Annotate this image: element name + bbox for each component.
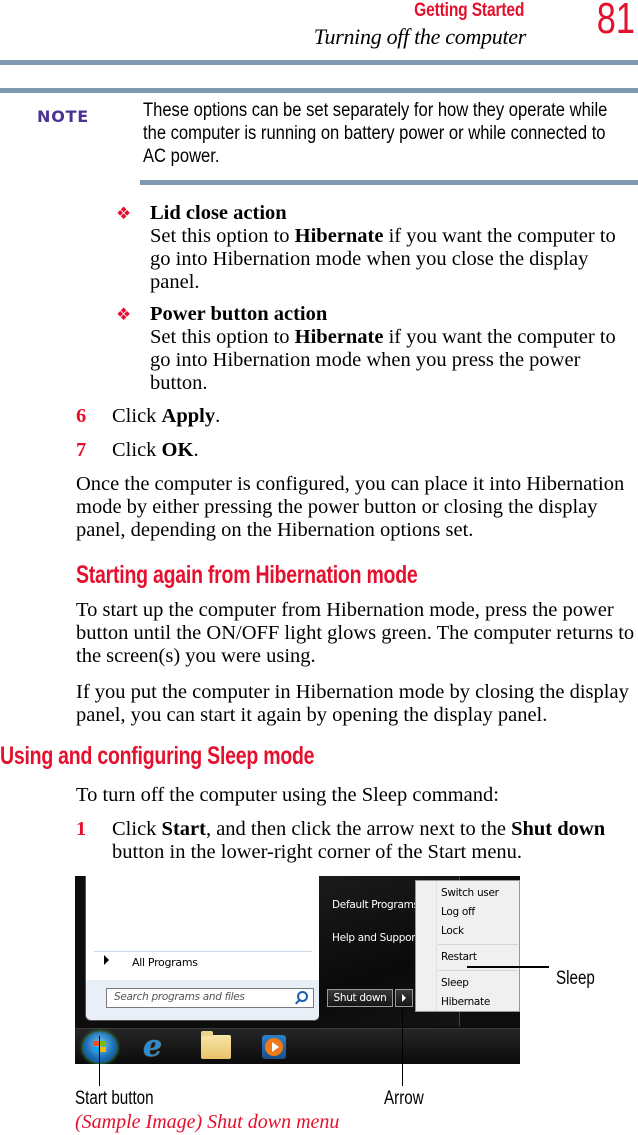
bullet-lid-close: Lid close action Set this option to Hibe… <box>150 202 616 293</box>
shutdown-options-menu: Switch user Log off Lock Restart Sleep H… <box>415 880 520 1012</box>
figure-caption: (Sample Image) Shut down menu <box>75 1111 340 1133</box>
shut-down-arrow-button[interactable] <box>395 989 413 1007</box>
section-title: Getting Started <box>413 0 524 21</box>
bullet-title: Lid close action <box>150 202 287 224</box>
arrow-callout-label: Arrow <box>384 1088 424 1109</box>
media-player-icon[interactable] <box>262 1035 286 1059</box>
paragraph-display-panel: If you put the computer in Hibernation m… <box>76 681 629 726</box>
taskbar: e <box>75 1028 520 1064</box>
internet-explorer-icon[interactable]: e <box>143 1032 173 1062</box>
sleep-callout-label: Sleep <box>556 968 595 989</box>
menu-item-hibernate[interactable]: Hibernate <box>441 996 490 1008</box>
search-input[interactable]: Search programs and files <box>106 988 314 1008</box>
heading-sleep-mode: Using and configuring Sleep mode <box>0 742 315 770</box>
menu-item-lock[interactable]: Lock <box>441 925 464 937</box>
chapter-title: Turning off the computer <box>313 24 527 49</box>
menu-item-restart[interactable]: Restart <box>441 951 477 963</box>
search-icon <box>297 991 308 1002</box>
start-orb-icon[interactable] <box>83 1032 117 1063</box>
bullet-icon: ❖ <box>116 305 132 324</box>
arrow-callout-line <box>402 1008 403 1086</box>
note-label: NOTE <box>37 107 90 126</box>
menu-item-sleep[interactable]: Sleep <box>441 977 469 989</box>
bullet-power-button: Power button action Set this option to H… <box>150 303 616 394</box>
help-support-item[interactable]: Help and Support <box>332 932 419 944</box>
paragraph-configured: Once the computer is configured, you can… <box>76 473 625 541</box>
windows-flag-icon <box>93 1041 107 1054</box>
step-number: 1 <box>76 818 87 840</box>
menu-item-switch-user[interactable]: Switch user <box>441 887 499 899</box>
all-programs-item[interactable]: All Programs <box>132 956 198 969</box>
note-text: These options can be set separately for … <box>143 99 608 167</box>
default-programs-item[interactable]: Default Programs <box>332 899 419 911</box>
start-menu-left-pane: All Programs Search programs and files <box>85 876 320 1021</box>
note-top-rule <box>0 88 638 93</box>
step-number: 7 <box>76 439 87 461</box>
menu-separator <box>94 951 312 952</box>
step-number: 6 <box>76 405 87 427</box>
shut-down-button[interactable]: Shut down <box>327 989 393 1007</box>
all-programs-arrow-icon <box>104 955 109 965</box>
start-button-callout-label: Start button <box>75 1088 154 1109</box>
start-menu-screenshot: All Programs Search programs and files D… <box>75 876 520 1064</box>
header-rule <box>0 60 638 65</box>
note-bottom-rule <box>140 180 638 185</box>
menu-separator <box>438 970 518 971</box>
start-button-callout-line <box>99 1036 100 1086</box>
sleep-callout-line <box>467 966 549 968</box>
step-6: 6 Click Apply. <box>76 405 221 427</box>
menu-separator <box>438 944 518 945</box>
step-1: 1 Click Start, and then click the arrow … <box>76 818 606 863</box>
heading-starting-again: Starting again from Hibernation mode <box>76 561 418 589</box>
step-7: 7 Click OK. <box>76 439 199 461</box>
page-number: 81 <box>596 0 635 43</box>
menu-gutter <box>416 881 437 1011</box>
paragraph-sleep-intro: To turn off the computer using the Sleep… <box>76 784 499 806</box>
bullet-title: Power button action <box>150 303 328 325</box>
file-explorer-icon[interactable] <box>201 1031 231 1059</box>
menu-item-log-off[interactable]: Log off <box>441 906 475 918</box>
paragraph-start-up: To start up the computer from Hibernatio… <box>76 599 635 667</box>
bullet-icon: ❖ <box>116 204 132 223</box>
search-placeholder: Search programs and files <box>114 991 245 1003</box>
